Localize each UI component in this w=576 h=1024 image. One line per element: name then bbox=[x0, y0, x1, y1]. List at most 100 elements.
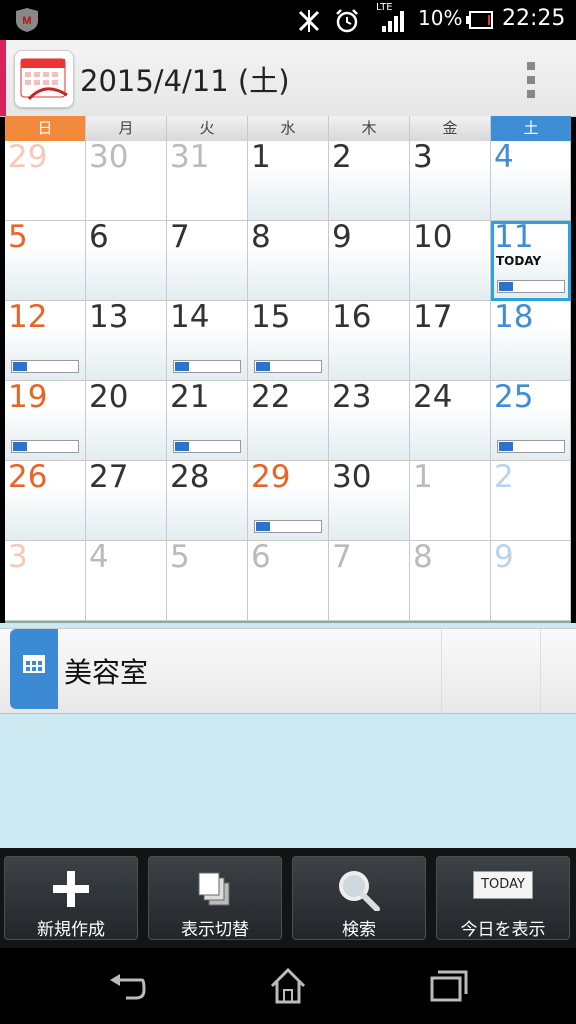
day-cell[interactable]: 3 bbox=[410, 139, 491, 221]
accent-edge bbox=[0, 40, 6, 116]
signal-icon bbox=[382, 11, 404, 32]
day-cell-today[interactable]: 11 TODAY bbox=[491, 219, 571, 301]
overflow-menu-icon[interactable] bbox=[520, 60, 542, 100]
day-number: 4 bbox=[494, 139, 514, 175]
day-cell[interactable]: 2 bbox=[329, 139, 410, 221]
day-cell[interactable]: 10 bbox=[410, 219, 491, 301]
today-label: TODAY bbox=[496, 254, 542, 268]
day-number: 31 bbox=[170, 139, 210, 175]
day-cell[interactable]: 18 bbox=[491, 299, 571, 381]
switch-view-label: 表示切替 bbox=[181, 920, 249, 940]
bottom-toolbar: 新規作成 表示切替 検索 TODAY 今日を表示 bbox=[0, 848, 576, 948]
weekday-sat: 土 bbox=[491, 116, 571, 141]
new-event-button[interactable]: 新規作成 bbox=[4, 856, 138, 940]
day-cell[interactable]: 25 bbox=[491, 379, 571, 461]
day-number: 28 bbox=[170, 459, 210, 495]
day-number: 7 bbox=[332, 539, 352, 575]
day-cell[interactable]: 13 bbox=[86, 299, 167, 381]
back-icon[interactable] bbox=[106, 966, 146, 1006]
day-number: 1 bbox=[251, 139, 271, 175]
day-cell[interactable]: 28 bbox=[167, 459, 248, 541]
day-cell[interactable]: 8 bbox=[410, 539, 491, 621]
day-number: 18 bbox=[494, 299, 534, 335]
event-indicator bbox=[173, 360, 241, 373]
day-cell[interactable]: 26 bbox=[5, 459, 86, 541]
day-cell[interactable]: 22 bbox=[248, 379, 329, 461]
day-cell[interactable]: 6 bbox=[86, 219, 167, 301]
day-cell[interactable]: 24 bbox=[410, 379, 491, 461]
day-cell[interactable]: 16 bbox=[329, 299, 410, 381]
weekday-fri: 金 bbox=[410, 116, 491, 141]
day-number: 4 bbox=[89, 539, 109, 575]
day-number: 14 bbox=[170, 299, 210, 335]
day-cell[interactable]: 5 bbox=[5, 219, 86, 301]
day-cell[interactable]: 17 bbox=[410, 299, 491, 381]
clock: 22:25 bbox=[502, 6, 566, 31]
day-number: 3 bbox=[8, 539, 28, 575]
scheduler-calendar-icon[interactable] bbox=[14, 50, 74, 108]
day-number: 9 bbox=[494, 539, 514, 575]
day-cell[interactable]: 31 bbox=[167, 139, 248, 221]
event-indicator bbox=[497, 280, 565, 293]
day-cell[interactable]: 4 bbox=[491, 139, 571, 221]
battery-percent: 10% bbox=[418, 6, 463, 30]
day-cell[interactable]: 19 bbox=[5, 379, 86, 461]
battery-icon bbox=[466, 11, 493, 29]
search-icon bbox=[339, 871, 380, 911]
day-number: 11 bbox=[494, 219, 534, 255]
event-tag bbox=[10, 629, 58, 709]
day-cell[interactable]: 9 bbox=[329, 219, 410, 301]
day-cell[interactable]: 15 bbox=[248, 299, 329, 381]
day-cell[interactable]: 6 bbox=[248, 539, 329, 621]
event-list-item[interactable]: 美容室 bbox=[0, 628, 576, 714]
day-number: 13 bbox=[89, 299, 129, 335]
home-icon[interactable] bbox=[268, 966, 308, 1006]
day-number: 9 bbox=[332, 219, 352, 255]
search-label: 検索 bbox=[342, 920, 376, 940]
recent-apps-icon[interactable] bbox=[428, 966, 468, 1006]
day-cell[interactable]: 21 bbox=[167, 379, 248, 461]
day-cell[interactable]: 29 bbox=[248, 459, 329, 541]
day-cell[interactable]: 4 bbox=[86, 539, 167, 621]
day-cell[interactable]: 30 bbox=[329, 459, 410, 541]
day-number: 5 bbox=[170, 539, 190, 575]
day-cell[interactable]: 14 bbox=[167, 299, 248, 381]
event-title: 美容室 bbox=[64, 656, 149, 689]
day-number: 30 bbox=[89, 139, 129, 175]
day-cell[interactable]: 7 bbox=[167, 219, 248, 301]
weekday-mon: 月 bbox=[86, 116, 167, 141]
day-cell[interactable]: 5 bbox=[167, 539, 248, 621]
day-cell[interactable]: 29 bbox=[5, 139, 86, 221]
day-cell[interactable]: 20 bbox=[86, 379, 167, 461]
day-number: 23 bbox=[332, 379, 372, 415]
app-bar: 2015/4/11 (土) bbox=[0, 40, 576, 117]
day-number: 12 bbox=[8, 299, 48, 335]
show-today-button[interactable]: TODAY 今日を表示 bbox=[436, 856, 570, 940]
day-number: 2 bbox=[494, 459, 514, 495]
day-cell[interactable]: 7 bbox=[329, 539, 410, 621]
page-title: 2015/4/11 (土) bbox=[80, 64, 290, 98]
show-today-label: 今日を表示 bbox=[460, 920, 546, 940]
day-number: 1 bbox=[413, 459, 433, 495]
day-number: 30 bbox=[332, 459, 372, 495]
month-grid: 29 30 31 1 2 3 4 5 6 7 8 9 10 11 TODAY 12 13 14 15 16 17 18 19… bbox=[5, 139, 571, 623]
weekday-thu: 木 bbox=[329, 116, 410, 141]
day-cell[interactable]: 3 bbox=[5, 539, 86, 621]
navigation-bar bbox=[0, 948, 576, 1024]
day-cell[interactable]: 12 bbox=[5, 299, 86, 381]
day-number: 6 bbox=[89, 219, 109, 255]
search-button[interactable]: 検索 bbox=[292, 856, 426, 940]
day-cell[interactable]: 1 bbox=[410, 459, 491, 541]
day-cell[interactable]: 9 bbox=[491, 539, 571, 621]
day-number: 5 bbox=[8, 219, 28, 255]
day-cell[interactable]: 2 bbox=[491, 459, 571, 541]
nfc-icon bbox=[298, 10, 320, 32]
day-cell[interactable]: 27 bbox=[86, 459, 167, 541]
status-bar: M LTE 10% 22:25 bbox=[0, 0, 576, 40]
day-cell[interactable]: 1 bbox=[248, 139, 329, 221]
day-number: 29 bbox=[8, 139, 48, 175]
day-cell[interactable]: 8 bbox=[248, 219, 329, 301]
day-cell[interactable]: 30 bbox=[86, 139, 167, 221]
switch-view-button[interactable]: 表示切替 bbox=[148, 856, 282, 940]
day-cell[interactable]: 23 bbox=[329, 379, 410, 461]
